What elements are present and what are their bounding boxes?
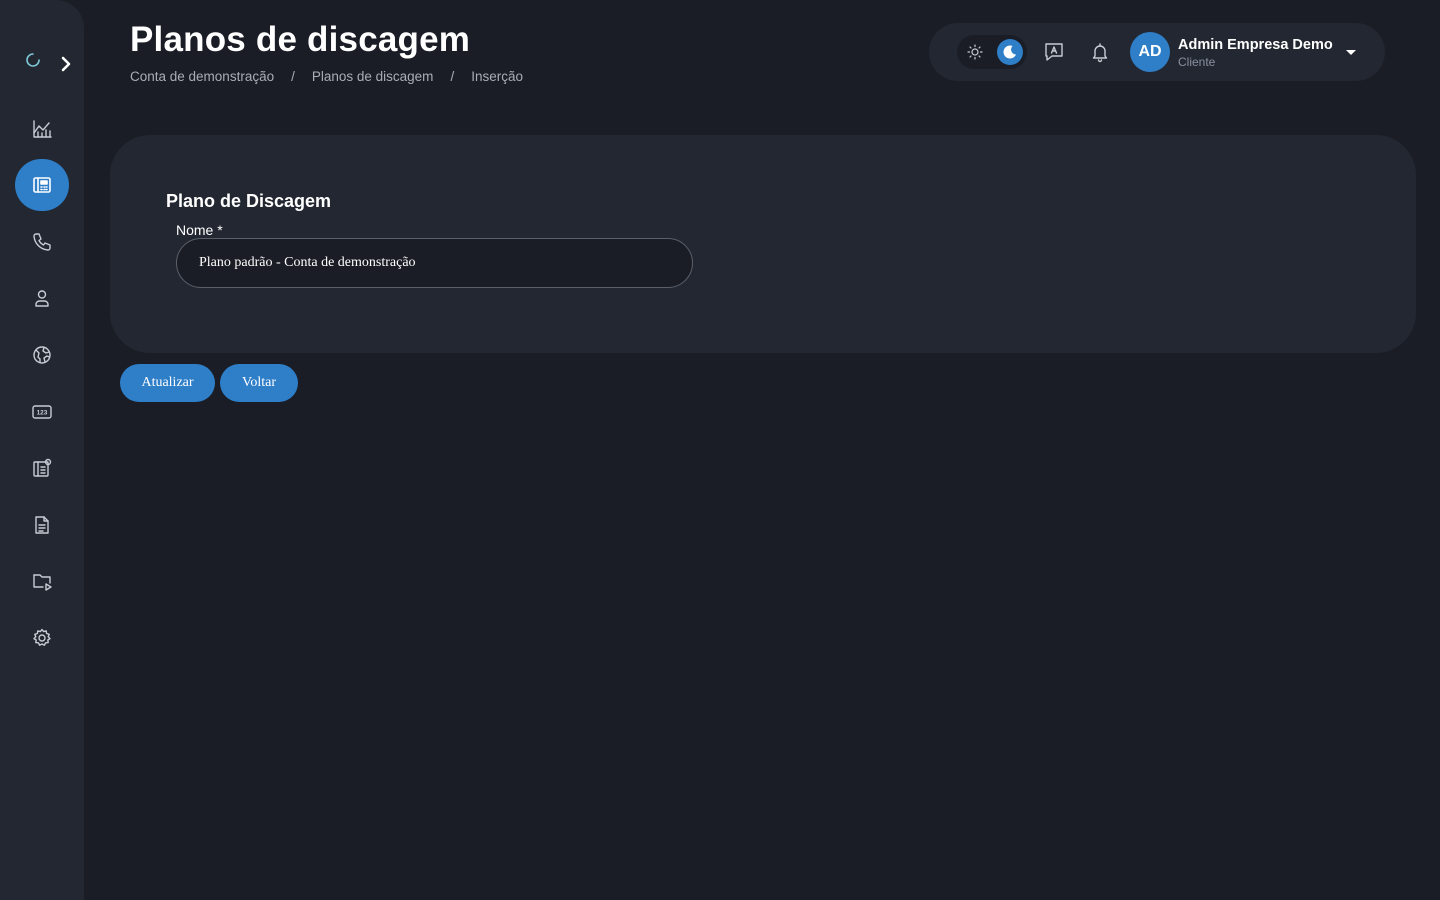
sidebar-item-media[interactable] <box>15 555 69 607</box>
settings-book-icon <box>33 458 52 477</box>
sidebar-item-users[interactable] <box>15 272 69 324</box>
chevron-right-icon[interactable] <box>58 54 74 74</box>
globe-icon <box>33 346 51 364</box>
section-title: Plano de Discagem <box>166 191 332 211</box>
sidebar-item-numbers[interactable]: 123 <box>15 386 69 438</box>
user-role: Cliente <box>1178 55 1216 69</box>
loading-logo-icon <box>26 53 40 67</box>
sun-icon <box>967 44 983 60</box>
sidebar: 123 <box>0 0 84 900</box>
breadcrumb-account[interactable]: Conta de demonstração <box>130 69 274 84</box>
avatar[interactable]: AD <box>1130 32 1170 72</box>
update-button[interactable]: Atualizar <box>120 364 215 402</box>
sidebar-item-calls[interactable] <box>15 216 69 268</box>
theme-toggle[interactable] <box>957 35 1027 69</box>
user-icon <box>35 290 49 307</box>
dialplan-form-card: Plano de Discagem Nome * <box>110 135 1416 353</box>
breadcrumb-dialplans[interactable]: Planos de discagem <box>312 69 434 84</box>
page-title: Planos de discagem <box>130 20 471 59</box>
user-name[interactable]: Admin Empresa Demo <box>1178 37 1333 53</box>
breadcrumb-separator: / <box>450 69 455 84</box>
sidebar-item-config[interactable] <box>15 442 69 494</box>
sidebar-header <box>0 44 84 84</box>
back-button[interactable]: Voltar <box>220 364 298 402</box>
sidebar-item-dashboard[interactable] <box>15 103 69 155</box>
support-chat-icon[interactable] <box>1043 41 1065 63</box>
breadcrumb-separator: / <box>291 69 295 84</box>
sidebar-item-network[interactable] <box>15 329 69 381</box>
name-field-label: Nome * <box>176 222 223 238</box>
name-input[interactable] <box>176 238 693 288</box>
caret-down-icon[interactable] <box>1345 47 1357 57</box>
sidebar-item-reports[interactable] <box>15 499 69 551</box>
svg-text:123: 123 <box>37 410 48 417</box>
breadcrumb-current: Inserção <box>471 69 523 84</box>
sidebar-item-dialplans[interactable] <box>15 159 69 211</box>
phone-icon <box>33 233 51 251</box>
light-theme-button[interactable] <box>963 40 987 64</box>
bell-icon[interactable] <box>1089 41 1111 63</box>
numbers-icon: 123 <box>32 405 52 419</box>
media-folder-icon <box>33 574 52 591</box>
chart-icon <box>33 120 52 138</box>
top-toolbar: AD Admin Empresa Demo Cliente <box>929 23 1385 81</box>
moon-icon <box>1003 45 1016 59</box>
gear-icon <box>33 628 51 646</box>
dialplan-icon <box>33 177 51 193</box>
sidebar-item-settings[interactable] <box>15 612 69 664</box>
dark-theme-button[interactable] <box>997 39 1023 65</box>
breadcrumb: Conta de demonstração / Planos de discag… <box>130 69 523 84</box>
document-icon <box>35 516 49 534</box>
